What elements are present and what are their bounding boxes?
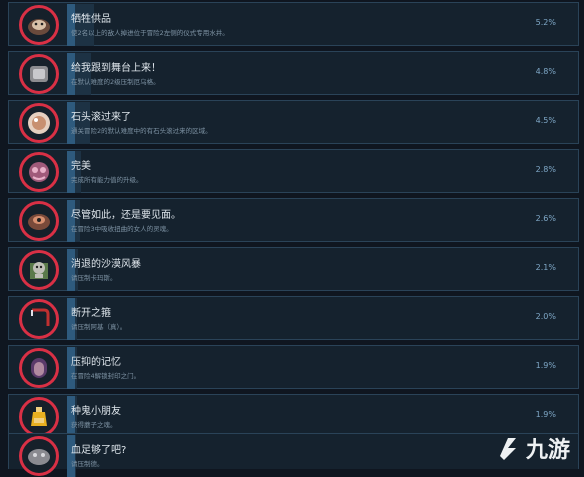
achievement-title: 压抑的记忆	[71, 357, 121, 368]
unlock-percentage: 1.9%	[535, 361, 556, 370]
achievement-row[interactable]: 断开之箍请压制阿基（真）。 2.0%	[8, 296, 579, 340]
pig-icon	[19, 5, 59, 45]
achievement-description: 在冒险3中吸收扭曲的女人的灵魂。	[71, 225, 173, 233]
progress-track	[67, 347, 577, 389]
watermark: 九游	[494, 432, 570, 464]
achievement-title: 完美	[71, 161, 91, 172]
unlock-percentage: 2.8%	[535, 165, 556, 174]
boulder-icon	[19, 103, 59, 143]
achievement-row[interactable]: 牺牲供品使2名以上的敌人掉进位于冒险2左侧的仪式专用水井。 5.2%	[8, 2, 579, 46]
hook-icon	[19, 299, 59, 339]
achievement-description: 使2名以上的敌人掉进位于冒险2左侧的仪式专用水井。	[71, 29, 229, 37]
unlock-percentage: 4.8%	[535, 67, 556, 76]
achievement-row[interactable]: 尽管如此，还是要见面。 在冒险3中吸收扭曲的女人的灵魂。 2.6%	[8, 198, 579, 242]
unlock-percentage: 2.1%	[535, 263, 556, 272]
achievement-description: 请压制卡玛斯。	[71, 274, 117, 282]
achievement-description: 在默认难度的2级压制厄乌格。	[71, 78, 160, 86]
achievement-description: 在冒险4解锁封印之门。	[71, 372, 141, 380]
achievement-row[interactable]: 给我跟到舞台上来！ 在默认难度的2级压制厄乌格。 4.8%	[8, 51, 579, 95]
sealed-door-icon	[19, 348, 59, 388]
flask-icon	[19, 397, 59, 437]
progress-track	[67, 249, 577, 291]
achievement-row[interactable]: 完美完成所有能力值的升级。 2.8%	[8, 149, 579, 193]
unlock-percentage: 1.9%	[535, 410, 556, 419]
achievement-title: 尽管如此，还是要见面。	[71, 210, 181, 221]
watermark-text: 九游	[525, 438, 570, 463]
twisted-woman-icon	[19, 201, 59, 241]
unlock-percentage: 4.5%	[535, 116, 556, 125]
progress-track	[67, 102, 577, 144]
achievement-row[interactable]: 石头滚过来了通关冒险2的默认难度中的有石头滚过来的区域。 4.5%	[8, 100, 579, 144]
progress-track	[67, 4, 577, 46]
achievement-description: 获得蘑子之魂。	[71, 421, 117, 429]
skeleton-icon	[19, 250, 59, 290]
unlock-percentage: 5.2%	[535, 18, 556, 27]
stone-box-icon	[19, 54, 59, 94]
achievement-title: 石头滚过来了	[71, 112, 131, 123]
achievement-title: 断开之箍	[71, 308, 111, 319]
unlock-percentage: 2.0%	[535, 312, 556, 321]
jiuyou-logo-icon	[499, 438, 516, 460]
progress-track	[67, 298, 577, 340]
achievement-list: 牺牲供品使2名以上的敌人掉进位于冒险2左侧的仪式专用水井。 5.2% 给我跟到舞台上…	[0, 0, 584, 477]
creature-icon	[19, 436, 59, 476]
unlock-percentage: 2.6%	[535, 214, 556, 223]
achievement-description: 请压制阿基（真）。	[71, 323, 127, 331]
achievement-title: 牺牲供品	[71, 14, 111, 25]
achievement-description: 请压制德。	[71, 460, 104, 468]
progress-track	[67, 151, 577, 193]
achievement-title: 种鬼小朋友	[71, 406, 121, 417]
achievement-title: 给我跟到舞台上来！	[71, 63, 161, 74]
achievement-row[interactable]: 消退的沙漠风暴 请压制卡玛斯。 2.1%	[8, 247, 579, 291]
achievement-description: 完成所有能力值的升级。	[71, 176, 143, 184]
achievement-title: 血足够了吧?	[71, 445, 127, 456]
achievement-title: 消退的沙漠风暴	[71, 259, 141, 270]
achievement-description: 通关冒险2的默认难度中的有石头滚过来的区域。	[71, 127, 212, 135]
achievement-row[interactable]: 压抑的记忆在冒险4解锁封印之门。 1.9%	[8, 345, 579, 389]
pink-mask-icon	[19, 152, 59, 192]
